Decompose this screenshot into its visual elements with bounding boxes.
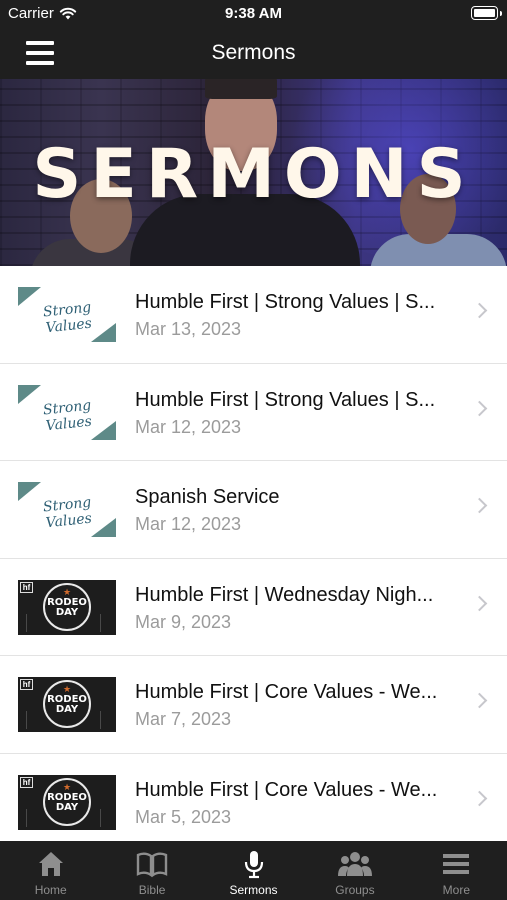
thumbnail-corner [18, 287, 41, 306]
decoration-line [26, 613, 36, 632]
hf-logo: hf [20, 581, 33, 593]
sermon-row[interactable]: Strong Values Humble First | Strong Value… [0, 364, 507, 461]
chevron-right-icon [471, 692, 488, 709]
rodeo-day-thumbnail: hf ★ RODEO DAY [18, 774, 116, 830]
chevron-right-icon [471, 790, 488, 806]
tab-label: More [442, 883, 470, 897]
sermon-list: Strong Values Humble First | Strong Value… [0, 266, 507, 841]
sermon-title: Humble First | Strong Values | S... [135, 388, 436, 411]
sermon-date: Mar 13, 2023 [135, 319, 242, 339]
status-bar: Carrier 9:38 AM [0, 0, 507, 28]
decoration-line [100, 711, 110, 729]
sermon-row[interactable]: hf ★ RODEO DAY Humble First | Core Values - … [0, 656, 507, 754]
tab-sermons[interactable]: Sermons [203, 841, 304, 900]
people-icon [337, 849, 372, 879]
thumbnail-text: RODEO DAY [47, 791, 87, 813]
microphone-icon [237, 849, 271, 879]
rodeo-badge: ★ RODEO DAY [43, 582, 91, 631]
strong-values-thumbnail: Strong Values [18, 287, 116, 342]
sermon-date: Mar 5, 2023 [135, 806, 232, 827]
thumbnail-corner [18, 482, 41, 501]
chevron-right-icon [471, 497, 488, 514]
sermon-row[interactable]: Strong Values Spanish Service Mar 12, 2023 [0, 461, 507, 559]
tab-label: Home [34, 883, 67, 897]
rodeo-badge: ★ RODEO DAY [43, 680, 91, 728]
chevron-right-icon [471, 302, 488, 319]
tab-groups[interactable]: Groups [304, 841, 405, 900]
page-title: Sermons [211, 41, 296, 64]
star-icon: ★ [62, 781, 72, 792]
rodeo-day-thumbnail: hf ★ RODEO DAY [18, 677, 116, 732]
tab-bible[interactable]: Bible [101, 841, 202, 900]
rodeo-badge: ★ RODEO DAY [43, 777, 91, 826]
tab-label: Sermons [229, 883, 278, 897]
strong-values-thumbnail: Strong Values [18, 482, 116, 537]
person-center-hair [205, 79, 277, 99]
decoration-line [26, 711, 36, 729]
hero-title: SERMONS [32, 135, 475, 214]
tab-home[interactable]: Home [0, 841, 101, 900]
sermon-row[interactable]: hf ★ RODEO DAY Humble First | Wednesday Nigh… [0, 559, 507, 656]
chevron-right-icon [471, 400, 488, 416]
hero-banner: SERMONS [0, 79, 507, 266]
sermon-date: Mar 9, 2023 [135, 611, 232, 632]
clock: 9:38 AM [225, 5, 282, 22]
chevron-right-icon [471, 595, 488, 611]
tab-label: Groups [335, 883, 375, 897]
thumbnail-text: RODEO DAY [47, 694, 87, 715]
book-icon [135, 849, 169, 879]
sermon-row[interactable]: hf ★ RODEO DAY Humble First | Core Values - … [0, 754, 507, 842]
decoration-line [100, 613, 110, 632]
sermon-title: Humble First | Strong Values | S... [135, 291, 436, 313]
hf-logo: hf [20, 776, 33, 788]
tab-label: Bible [138, 883, 166, 897]
strong-values-thumbnail: Strong Values [18, 384, 116, 440]
thumbnail-text: RODEO DAY [47, 596, 87, 618]
hf-logo: hf [20, 679, 33, 690]
menu-icon [439, 849, 473, 879]
home-icon [34, 849, 68, 879]
battery-icon [471, 6, 502, 20]
decoration-line [26, 808, 36, 827]
tab-more[interactable]: More [406, 841, 507, 900]
sermon-date: Mar 7, 2023 [135, 709, 232, 729]
tab-bar: Home Bible Sermons Groups More [0, 841, 507, 900]
sermon-date: Mar 12, 2023 [135, 514, 242, 534]
sermon-title: Spanish Service [135, 486, 280, 508]
rodeo-day-thumbnail: hf ★ RODEO DAY [18, 579, 116, 635]
thumbnail-corner [18, 384, 41, 404]
sermon-date: Mar 12, 2023 [135, 416, 242, 437]
sermon-title: Humble First | Wednesday Nigh... [135, 583, 434, 606]
decoration-line [100, 808, 110, 827]
sermon-title: Humble First | Core Values - We... [135, 778, 438, 801]
sermon-title: Humble First | Core Values - We... [135, 681, 438, 703]
star-icon: ★ [62, 586, 72, 597]
navigation-bar: Sermons [0, 28, 507, 79]
sermon-row[interactable]: Strong Values Humble First | Strong Value… [0, 266, 507, 364]
